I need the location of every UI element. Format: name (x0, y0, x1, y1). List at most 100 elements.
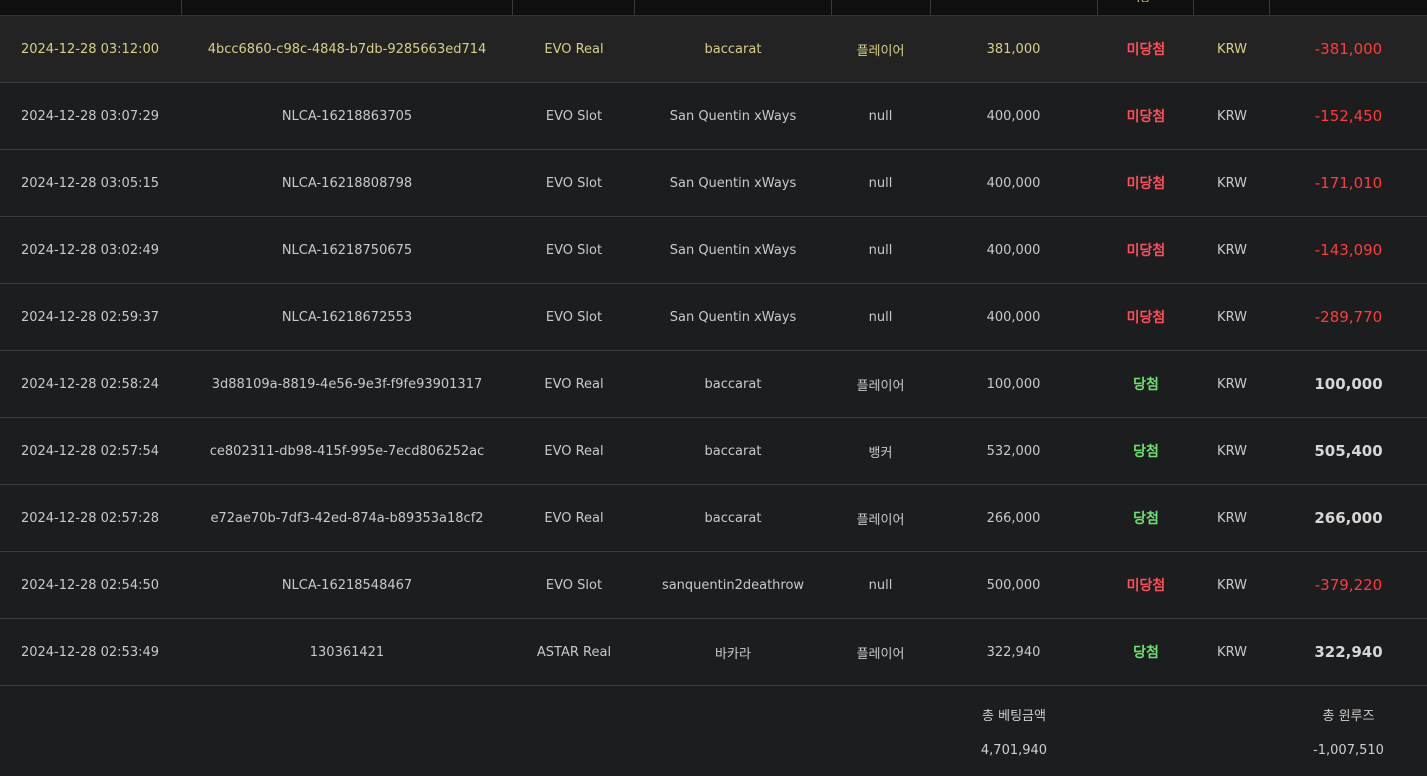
table-row[interactable]: 2024-12-28 02:58:24 3d88109a-8819-4e56-9e… (0, 351, 1427, 418)
bet-id: 4bcc6860-c98c-4848-b7db-9285663ed714 (207, 41, 487, 57)
header-divider (1097, 0, 1098, 15)
currency: KRW (1217, 577, 1247, 593)
bet-amount: 400,000 (986, 309, 1041, 325)
currency: KRW (1217, 41, 1247, 57)
bet-amount: 500,000 (986, 577, 1041, 593)
bet-pick: 플레이어 (856, 646, 905, 662)
currency: KRW (1217, 175, 1247, 191)
bet-pick: 플레이어 (856, 43, 905, 59)
bet-pick: null (868, 577, 893, 593)
game-name: baccarat (704, 443, 762, 459)
total-bet-value: 4,701,940 (980, 743, 1048, 758)
vendor: EVO Real (544, 443, 604, 459)
table-row[interactable]: 2024-12-28 03:05:15 NLCA-16218808798 EVO S… (0, 150, 1427, 217)
result-badge: 미당첨 (1126, 42, 1166, 58)
result-badge: 미당첨 (1126, 243, 1166, 259)
game-name: San Quentin xWays (669, 309, 797, 325)
result-badge: 미당첨 (1126, 310, 1166, 326)
winloss-amount: -381,000 (1314, 40, 1383, 58)
result-badge: 당첨 (1133, 444, 1159, 460)
header-divider (634, 0, 635, 15)
currency: KRW (1217, 108, 1247, 124)
bet-id: NLCA-16218672553 (281, 309, 413, 325)
bet-date: 2024-12-28 02:53:49 (20, 644, 160, 660)
table-row[interactable]: 2024-12-28 03:07:29 NLCA-16218863705 EVO S… (0, 83, 1427, 150)
header-divider (1269, 0, 1270, 15)
game-name: baccarat (704, 41, 762, 57)
currency: KRW (1217, 242, 1247, 258)
currency: KRW (1217, 510, 1247, 526)
table-row[interactable]: 2024-12-28 03:12:00 4bcc6860-c98c-4848-b7… (0, 16, 1427, 83)
header-divider (930, 0, 931, 15)
winloss-amount: -289,770 (1314, 308, 1383, 326)
vendor: EVO Real (544, 510, 604, 526)
bet-amount: 381,000 (986, 41, 1041, 57)
currency: KRW (1217, 644, 1247, 660)
game-name: baccarat (704, 510, 762, 526)
header-divider (831, 0, 832, 15)
bet-pick: 뱅커 (868, 445, 893, 461)
winloss-amount: 266,000 (1314, 509, 1383, 527)
vendor: ASTAR Real (536, 644, 612, 660)
bet-date: 2024-12-28 03:07:29 (20, 108, 160, 124)
header-divider (181, 0, 182, 15)
table-row[interactable]: 2024-12-28 02:59:37 NLCA-16218672553 EVO S… (0, 284, 1427, 351)
bet-date: 2024-12-28 02:54:50 (20, 577, 160, 593)
bet-pick: null (868, 309, 893, 325)
bet-date: 2024-12-28 02:57:28 (20, 510, 160, 526)
result-badge: 당첨 (1133, 645, 1159, 661)
winloss-amount: -152,450 (1314, 107, 1383, 125)
winloss-amount: -171,010 (1314, 174, 1383, 192)
currency: KRW (1217, 376, 1247, 392)
bet-amount: 322,940 (986, 644, 1041, 660)
vendor: EVO Slot (545, 108, 603, 124)
result-badge: 당첨 (1133, 511, 1159, 527)
bet-amount: 266,000 (986, 510, 1041, 526)
bet-amount: 400,000 (986, 108, 1041, 124)
vendor: EVO Slot (545, 175, 603, 191)
total-bet-label: 총 베팅금액 (982, 709, 1046, 724)
table-row[interactable]: 2024-12-28 02:57:54 ce802311-db98-415f-99… (0, 418, 1427, 485)
bet-date: 2024-12-28 03:02:49 (20, 242, 160, 258)
game-name: baccarat (704, 376, 762, 392)
bet-id: e72ae70b-7df3-42ed-874a-b89353a18cf2 (210, 510, 484, 526)
total-winloss-value: -1,007,510 (1313, 743, 1384, 758)
winloss-amount: -143,090 (1314, 241, 1383, 259)
bet-id: ce802311-db98-415f-995e-7ecd806252ac (209, 443, 485, 459)
game-name: San Quentin xWays (669, 108, 797, 124)
summary-footer: 총 베팅금액 4,701,940 총 윈루즈 -1,007,510 (0, 686, 1427, 776)
bet-id: 130361421 (309, 644, 385, 660)
bet-pick: null (868, 175, 893, 191)
bet-pick: 플레이어 (856, 512, 905, 528)
result-badge: 미당첨 (1126, 578, 1166, 594)
vendor: EVO Slot (545, 242, 603, 258)
winloss-amount: -379,220 (1314, 576, 1383, 594)
bet-date: 2024-12-28 02:58:24 (20, 376, 160, 392)
game-name: San Quentin xWays (669, 175, 797, 191)
table-row[interactable]: 2024-12-28 02:54:50 NLCA-16218548467 EVO S… (0, 552, 1427, 619)
bet-id: NLCA-16218863705 (281, 108, 413, 124)
result-badge: 당첨 (1133, 377, 1159, 393)
total-winloss-label: 총 윈루즈 (1322, 709, 1375, 724)
table-row[interactable]: 2024-12-28 03:02:49 NLCA-16218750675 EVO S… (0, 217, 1427, 284)
bet-amount: 400,000 (986, 175, 1041, 191)
header-result-label: 적중 (1130, 0, 1164, 2)
bet-id: NLCA-16218808798 (281, 175, 413, 191)
winloss-amount: 322,940 (1314, 643, 1383, 661)
bet-date: 2024-12-28 02:57:54 (20, 443, 160, 459)
table-row[interactable]: 2024-12-28 02:57:28 e72ae70b-7df3-42ed-87… (0, 485, 1427, 552)
bet-amount: 400,000 (986, 242, 1041, 258)
table-header: 적중 (0, 0, 1427, 16)
header-divider (1193, 0, 1194, 15)
bet-id: NLCA-16218548467 (281, 577, 413, 593)
header-divider (512, 0, 513, 15)
table-row[interactable]: 2024-12-28 02:53:49 130361421 ASTAR Real 바카… (0, 619, 1427, 686)
vendor: EVO Real (544, 41, 604, 57)
game-name: sanquentin2deathrow (661, 577, 805, 593)
result-badge: 미당첨 (1126, 176, 1166, 192)
bet-pick: null (868, 242, 893, 258)
vendor: EVO Slot (545, 577, 603, 593)
game-name: San Quentin xWays (669, 242, 797, 258)
bet-amount: 100,000 (986, 376, 1041, 392)
bet-pick: null (868, 108, 893, 124)
